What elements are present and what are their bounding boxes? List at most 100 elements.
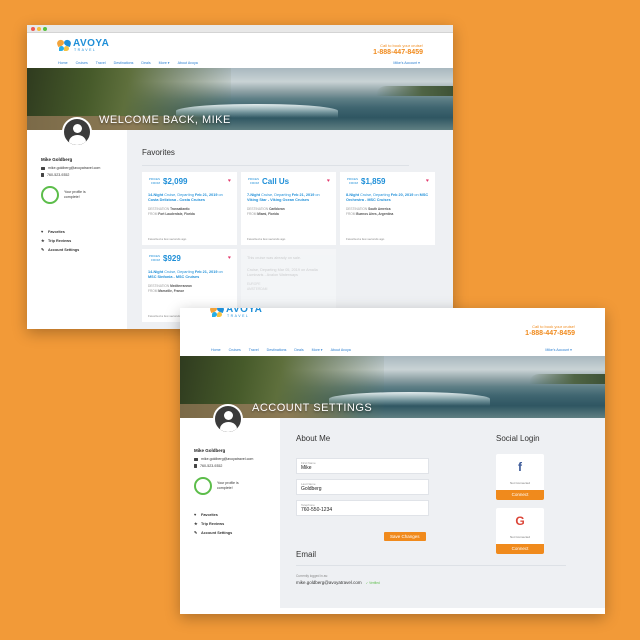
heart-icon: ♥ — [41, 229, 44, 234]
profile-status: Your profile is complete! — [64, 190, 86, 199]
section-title: Favorites — [142, 148, 175, 157]
user-phone: 760-523-9352 — [200, 464, 223, 468]
account-menu[interactable]: Mike's Account ▾ — [393, 61, 420, 65]
sidebar-item-account-settings[interactable]: ✎ Account Settings — [194, 530, 280, 536]
verified-badge: ✓ Verified — [365, 581, 380, 585]
call-to-book: Call to book your cruise! 1-888-447-8459 — [525, 324, 575, 338]
minimize-window-dot[interactable] — [37, 27, 41, 31]
heart-icon[interactable]: ♥ — [327, 178, 330, 184]
card-description[interactable]: 14-Night Cruise, Departing Feb 21, 2019 … — [148, 270, 231, 280]
butterfly-logo-icon — [209, 308, 225, 318]
card-description[interactable]: 8-Night Cruise, Departing Feb 20, 2019 o… — [346, 193, 429, 203]
user-name: Mike Goldberg — [41, 157, 73, 162]
telephone-field[interactable]: Telephone 760-550-1234 — [296, 500, 429, 516]
heart-icon[interactable]: ♥ — [228, 178, 231, 184]
star-icon: ★ — [41, 238, 45, 243]
mail-icon — [41, 166, 45, 170]
sidebar-item-favorites[interactable]: ♥ Favorites — [194, 513, 280, 518]
avoya-logo[interactable]: AVOYA TRAVEL — [56, 37, 109, 55]
account-menu[interactable]: Mike's Account ▾ — [545, 348, 572, 352]
avatar[interactable] — [213, 404, 243, 434]
last-name-field[interactable]: Last Name Goldberg — [296, 479, 429, 495]
nav-about[interactable]: About Avoya — [178, 61, 198, 65]
hero-title: WELCOME BACK, MIKE — [99, 114, 231, 126]
favorite-card[interactable]: PRICES FROM $2,099 ♥ 14-Night Cruise, Depa… — [142, 172, 237, 245]
nav-travel[interactable]: Travel — [96, 61, 106, 65]
wrench-icon: ✎ — [194, 530, 198, 535]
facebook-icon: f — [518, 460, 522, 474]
nav-more[interactable]: More ▾ — [159, 61, 170, 65]
hero-banner: WELCOME BACK, MIKE — [27, 68, 453, 130]
facebook-status: Not Connected — [509, 481, 530, 485]
phone-number[interactable]: 1-888-447-8459 — [373, 48, 423, 57]
user-phone: 760-523-9352 — [47, 173, 70, 177]
nav-destinations[interactable]: Destinations — [114, 61, 134, 65]
card-timestamp: Favorited a few seconds ago — [346, 237, 385, 241]
site-header: AVOYA TRAVEL Call to book your cruise! 1-… — [27, 33, 453, 59]
sidebar-item-favorites[interactable]: ♥ Favorites — [41, 229, 127, 235]
social-login-section: Social Login f Not Connected Connect G N… — [496, 434, 556, 562]
nav-home[interactable]: Home — [211, 348, 221, 352]
favorites-window: AVOYA TRAVEL Call to book your cruise! 1-… — [27, 25, 453, 329]
favorites-grid: PRICES FROM $2,099 ♥ 14-Night Cruise, Depa… — [142, 172, 453, 322]
phone-number[interactable]: 1-888-447-8459 — [525, 329, 575, 338]
browser-chrome — [27, 25, 453, 33]
call-to-book: Call to book your cruise! 1-888-447-8459 — [373, 43, 423, 57]
card-price: $2,099 — [163, 177, 188, 186]
user-name: Mike Goldberg — [194, 448, 226, 453]
nav-cruises[interactable]: Cruises — [76, 61, 88, 65]
profile-progress-ring — [194, 477, 212, 495]
close-window-dot[interactable] — [31, 27, 35, 31]
mail-icon — [194, 457, 198, 461]
google-status: Not Connected — [509, 535, 530, 539]
card-price: $1,859 — [361, 177, 386, 186]
card-timestamp: Favorited a few seconds ago — [247, 237, 286, 241]
favorite-card[interactable]: PRICES FROM Call Us ♥ 7-Night Cruise, Depa… — [241, 172, 336, 245]
first-name-field[interactable]: First Name Mike — [296, 458, 429, 474]
brand-sub: TRAVEL — [74, 48, 97, 53]
sidebar-item-trip-reviews[interactable]: ★ Trip Reviews — [41, 238, 127, 244]
wrench-icon: ✎ — [41, 247, 45, 252]
nav-cruises[interactable]: Cruises — [229, 348, 241, 352]
hero-title: ACCOUNT SETTINGS — [252, 402, 373, 414]
brand-sub: TRAVEL — [227, 314, 250, 319]
sidebar-item-trip-reviews[interactable]: ★ Trip Reviews — [194, 521, 280, 527]
favorites-panel: Favorites PRICES FROM $2,099 ♥ 14-Night Cr… — [127, 130, 453, 329]
email-address: mike.goldberg@avoyatravel.com — [296, 580, 362, 585]
account-settings-panel: About Me First Name Mike Last Name Goldber… — [280, 418, 605, 608]
sidebar-item-account-settings[interactable]: ✎ Account Settings — [41, 247, 127, 253]
nav-destinations[interactable]: Destinations — [267, 348, 287, 352]
card-price: Call Us — [262, 177, 290, 186]
phone-icon — [194, 464, 197, 468]
heart-icon[interactable]: ♥ — [426, 178, 429, 184]
card-timestamp: Favorited a few seconds ago — [148, 237, 187, 241]
phone-icon — [41, 173, 44, 177]
site-header: AVOYA TRAVEL Call to book your cruise! 1-… — [180, 308, 605, 338]
nav-home[interactable]: Home — [58, 61, 68, 65]
star-icon: ★ — [194, 521, 198, 526]
card-price: $929 — [163, 254, 181, 263]
avatar[interactable] — [62, 117, 92, 147]
about-title: About Me — [296, 434, 331, 443]
facebook-connect-button[interactable]: Connect — [496, 490, 544, 500]
butterfly-logo-icon — [56, 38, 72, 52]
profile-status: Your profile is complete! — [217, 481, 239, 490]
nav-deals[interactable]: Deals — [141, 61, 150, 65]
card-description[interactable]: 7-Night Cruise, Departing Feb 21, 2019 o… — [247, 193, 330, 203]
google-connect-button[interactable]: Connect — [496, 544, 544, 554]
nav-deals[interactable]: Deals — [294, 348, 303, 352]
maximize-window-dot[interactable] — [43, 27, 47, 31]
profile-sidebar: Mike Goldberg mike.goldberg@avoyatravel.… — [180, 418, 280, 608]
user-email: mike.goldberg@avoyatravel.com — [48, 166, 101, 170]
save-changes-button[interactable]: Save Changes — [384, 532, 426, 541]
avoya-logo[interactable]: AVOYA TRAVEL — [209, 308, 262, 321]
nav-travel[interactable]: Travel — [249, 348, 259, 352]
nav-more[interactable]: More ▾ — [312, 348, 323, 352]
card-description[interactable]: 14-Night Cruise, Departing Feb 21, 2019 … — [148, 193, 231, 203]
profile-sidebar: Mike Goldberg mike.goldberg@avoyatravel.… — [27, 130, 127, 329]
nav-about[interactable]: About Avoya — [331, 348, 351, 352]
account-settings-window: AVOYA TRAVEL Call to book your cruise! 1-… — [180, 308, 605, 614]
social-title: Social Login — [496, 434, 540, 443]
heart-icon[interactable]: ♥ — [228, 255, 231, 261]
favorite-card[interactable]: PRICES FROM $1,859 ♥ 8-Night Cruise, Depar… — [340, 172, 435, 245]
